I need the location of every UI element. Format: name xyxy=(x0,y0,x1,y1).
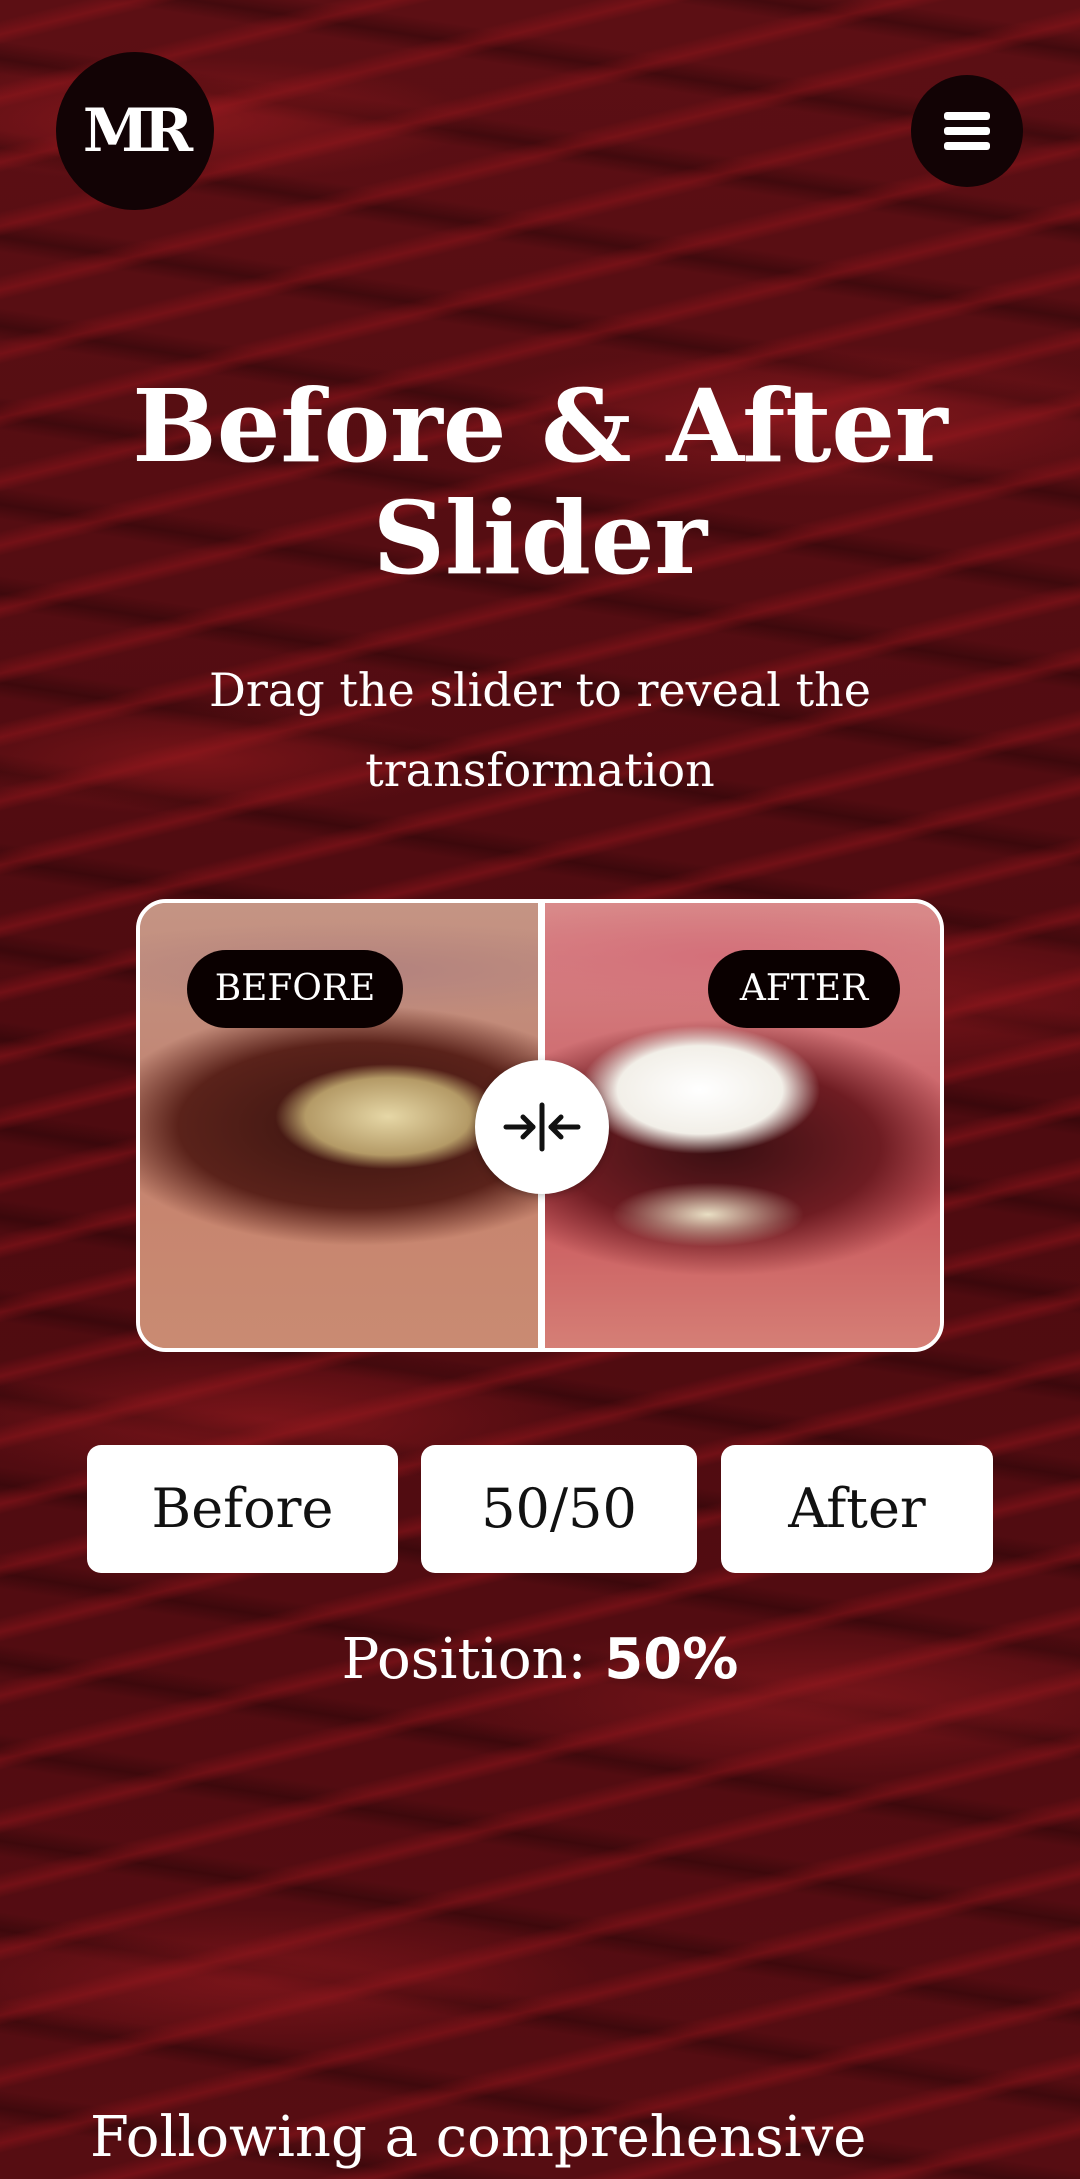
compare-arrows-icon xyxy=(503,1102,581,1152)
site-logo[interactable]: MR xyxy=(56,52,214,210)
page-title: Before & After Slider xyxy=(132,367,948,597)
content-paragraph: Following a comprehensive xyxy=(90,2105,867,2170)
hamburger-menu-icon xyxy=(944,112,990,150)
before-after-slider[interactable]: BEFORE AFTER xyxy=(136,899,944,1352)
position-label: Position: xyxy=(341,1627,587,1692)
page-subtitle: Drag the slider to reveal the transforma… xyxy=(209,663,871,797)
position-value: 50% xyxy=(604,1627,739,1692)
position-readout: Position: 50% xyxy=(0,1620,1080,1700)
logo-monogram: MR xyxy=(82,96,193,166)
split-50-50-button[interactable]: 50/50 xyxy=(421,1445,697,1573)
menu-button[interactable] xyxy=(911,75,1023,187)
before-badge: BEFORE xyxy=(187,950,403,1028)
show-before-button[interactable]: Before xyxy=(87,1445,398,1573)
slider-handle[interactable] xyxy=(475,1060,609,1194)
show-after-button[interactable]: After xyxy=(721,1445,993,1573)
after-badge: AFTER xyxy=(708,950,900,1028)
